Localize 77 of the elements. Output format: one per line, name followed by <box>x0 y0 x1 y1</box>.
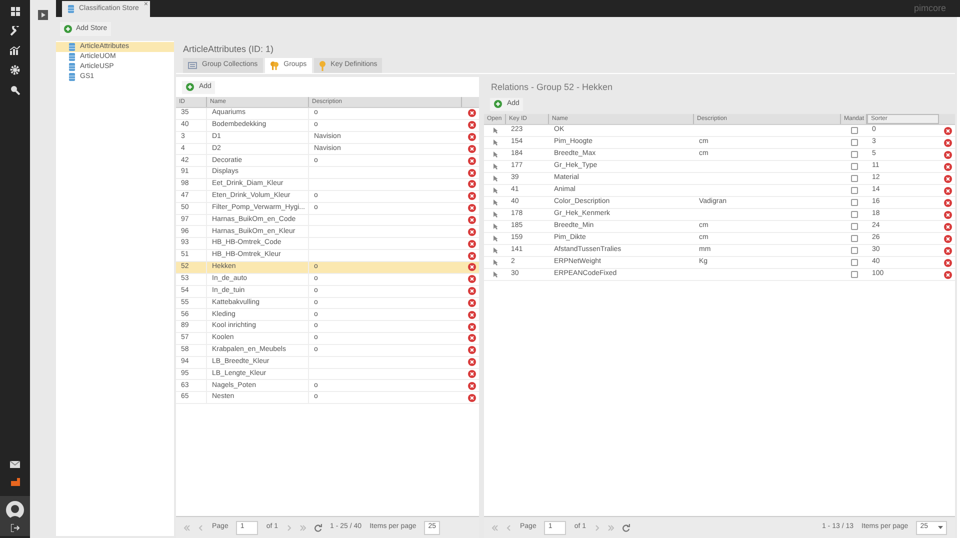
delete-icon[interactable] <box>944 210 952 218</box>
delete-icon[interactable] <box>468 334 476 342</box>
add-icon <box>186 83 194 91</box>
logout-icon[interactable] <box>10 524 20 532</box>
checkbox[interactable] <box>850 211 858 218</box>
checkbox[interactable] <box>850 151 858 158</box>
delete-icon[interactable] <box>944 186 952 194</box>
database-icon <box>69 53 75 61</box>
delete-icon[interactable] <box>944 138 952 146</box>
checkbox[interactable] <box>850 271 858 278</box>
delete-icon[interactable] <box>944 270 952 278</box>
database-icon <box>69 73 75 81</box>
wrench-icon[interactable] <box>10 26 20 36</box>
delete-icon[interactable] <box>468 263 476 272</box>
caret-icon <box>938 526 943 529</box>
brand-logo: pimcore <box>914 2 946 15</box>
database-icon <box>69 63 75 71</box>
play-icon[interactable] <box>38 10 48 20</box>
store-title: ArticleAttributes (ID: 1) <box>182 43 275 56</box>
delete-icon[interactable] <box>944 126 952 134</box>
mail-icon[interactable] <box>10 461 20 468</box>
checkbox[interactable] <box>850 235 858 242</box>
delete-icon[interactable] <box>468 382 476 390</box>
delete-icon[interactable] <box>468 133 476 142</box>
delete-icon[interactable] <box>468 240 476 248</box>
checkbox[interactable] <box>850 223 858 230</box>
notification-icon[interactable] <box>10 478 20 486</box>
delete-icon[interactable] <box>468 358 476 366</box>
relations-title: Relations - Group 52 - Hekken <box>490 80 614 94</box>
chart-icon[interactable] <box>10 46 20 55</box>
delete-icon[interactable] <box>468 275 476 284</box>
delete-icon[interactable] <box>468 192 476 200</box>
search-icon[interactable] <box>10 85 20 95</box>
checkbox[interactable] <box>850 175 858 182</box>
list-icon <box>188 62 197 69</box>
checkbox[interactable] <box>850 199 858 206</box>
delete-icon[interactable] <box>944 162 952 170</box>
delete-icon[interactable] <box>468 168 476 177</box>
delete-icon[interactable] <box>468 121 476 130</box>
add-icon <box>64 25 72 33</box>
delete-icon[interactable] <box>468 216 476 224</box>
keys-icon <box>270 61 279 70</box>
delete-icon[interactable] <box>468 228 476 236</box>
delete-icon[interactable] <box>468 370 476 378</box>
checkbox[interactable] <box>850 259 858 266</box>
refresh-icon[interactable] <box>622 524 630 532</box>
delete-icon[interactable] <box>944 198 952 206</box>
delete-icon[interactable] <box>468 144 476 153</box>
delete-icon[interactable] <box>468 287 476 296</box>
delete-icon[interactable] <box>468 310 476 319</box>
key-icon <box>318 60 326 70</box>
delete-icon[interactable] <box>468 346 476 354</box>
delete-icon[interactable] <box>468 394 476 402</box>
delete-icon[interactable] <box>468 252 476 260</box>
delete-icon[interactable] <box>944 246 952 254</box>
delete-icon[interactable] <box>468 180 476 188</box>
refresh-icon[interactable] <box>314 524 322 532</box>
delete-icon[interactable] <box>468 156 476 165</box>
checkbox[interactable] <box>850 247 858 254</box>
checkbox[interactable] <box>850 187 858 194</box>
delete-icon[interactable] <box>944 174 952 182</box>
delete-icon[interactable] <box>468 322 476 331</box>
delete-icon[interactable] <box>944 258 952 266</box>
delete-icon[interactable] <box>468 298 476 307</box>
checkbox[interactable] <box>850 163 858 170</box>
delete-icon[interactable] <box>944 222 952 230</box>
avatar-icon[interactable] <box>6 500 24 520</box>
delete-icon[interactable] <box>468 204 476 212</box>
checkbox[interactable] <box>850 139 858 146</box>
delete-icon[interactable] <box>944 234 952 242</box>
checkbox[interactable] <box>850 127 858 134</box>
delete-icon[interactable] <box>944 150 952 158</box>
settings-icon[interactable] <box>10 65 20 75</box>
database-icon <box>68 5 74 13</box>
delete-icon[interactable] <box>468 109 476 118</box>
grid-icon[interactable] <box>10 7 20 16</box>
add-icon <box>494 100 502 108</box>
